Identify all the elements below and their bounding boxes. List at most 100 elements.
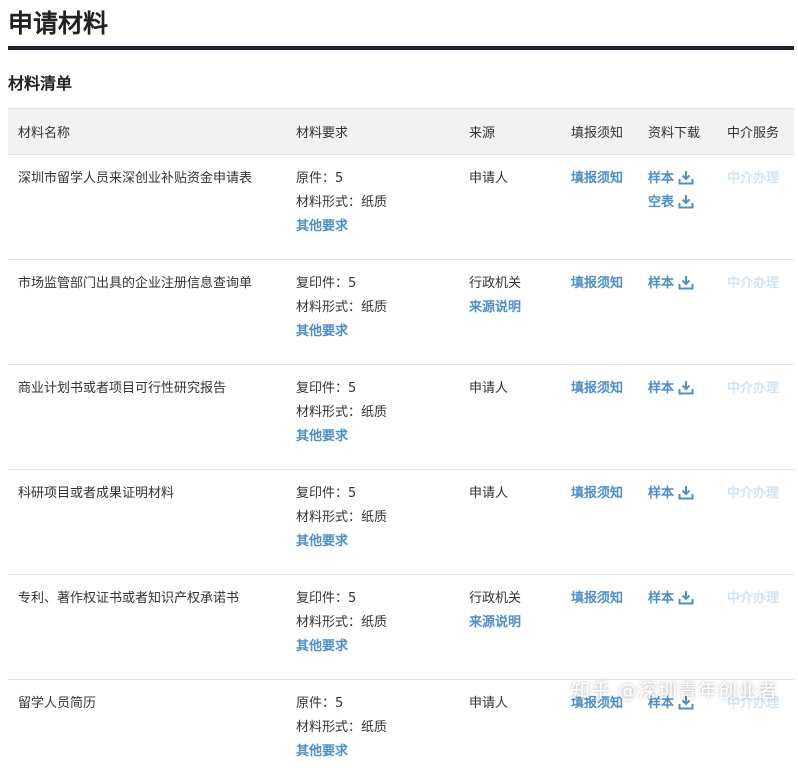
copies-requirement: 原件：5 [296,167,459,191]
download-label: 样本 [648,276,674,291]
other-requirements-link[interactable]: 其他要求 [296,425,459,449]
material-requirements: 复印件：5材料形式：纸质其他要求 [286,365,459,470]
form-requirement: 材料形式：纸质 [296,191,459,215]
table-row: 深圳市留学人员来深创业补贴资金申请表原件：5材料形式：纸质其他要求申请人填报须知… [8,155,794,260]
material-source: 申请人 [459,155,561,260]
material-requirements: 原件：5材料形式：纸质其他要求 [286,680,459,784]
agency-service-link[interactable]: 中介办理 [727,377,794,401]
agency-service-cell: 中介办理 [717,260,794,365]
form-requirement: 材料形式：纸质 [296,611,459,635]
download-label: 样本 [648,171,674,186]
download-icon [678,170,694,185]
source-text: 行政机关 [469,272,561,296]
source-text: 申请人 [469,692,561,716]
filling-notice-cell: 填报须知 [561,365,638,470]
source-text: 申请人 [469,482,561,506]
material-source: 申请人 [459,470,561,575]
material-source: 行政机关来源说明 [459,575,561,680]
filling-notice-link[interactable]: 填报须知 [571,377,638,401]
filling-notice-cell: 填报须知 [561,260,638,365]
header-source: 来源 [459,109,561,155]
download-link[interactable]: 样本 [648,167,717,191]
copies-requirement: 复印件：5 [296,272,459,296]
agency-service-cell: 中介办理 [717,575,794,680]
other-requirements-link[interactable]: 其他要求 [296,635,459,659]
material-name: 专利、著作权证书或者知识产权承诺书 [8,575,286,680]
form-requirement: 材料形式：纸质 [296,401,459,425]
agency-service-link[interactable]: 中介办理 [727,587,794,611]
source-text: 申请人 [469,377,561,401]
table-row: 科研项目或者成果证明材料复印件：5材料形式：纸质其他要求申请人填报须知样本 中介办… [8,470,794,575]
other-requirements-link[interactable]: 其他要求 [296,215,459,239]
section-title: 材料清单 [8,72,72,96]
download-icon [678,485,694,500]
download-icon [678,590,694,605]
material-source: 申请人 [459,365,561,470]
filling-notice-link[interactable]: 填报须知 [571,587,638,611]
table-row: 市场监管部门出具的企业注册信息查询单复印件：5材料形式：纸质其他要求行政机关来源… [8,260,794,365]
material-source: 申请人 [459,680,561,784]
download-icon [678,194,694,209]
header-agency-service: 中介服务 [717,109,794,155]
download-link[interactable]: 样本 [648,377,717,401]
filling-notice-link[interactable]: 填报须知 [571,482,638,506]
header-filling-notice: 填报须知 [561,109,638,155]
source-note-link[interactable]: 来源说明 [469,296,561,320]
other-requirements-link[interactable]: 其他要求 [296,320,459,344]
source-text: 行政机关 [469,587,561,611]
material-name: 科研项目或者成果证明材料 [8,470,286,575]
header-material-requirements: 材料要求 [286,109,459,155]
header-material-name: 材料名称 [8,109,286,155]
download-link[interactable]: 样本 [648,482,717,506]
copies-requirement: 复印件：5 [296,587,459,611]
table-header-row: 材料名称 材料要求 来源 填报须知 资料下载 中介服务 [8,109,794,155]
material-requirements: 原件：5材料形式：纸质其他要求 [286,155,459,260]
copies-requirement: 复印件：5 [296,482,459,506]
filling-notice-cell: 填报须知 [561,155,638,260]
material-source: 行政机关来源说明 [459,260,561,365]
download-label: 样本 [648,381,674,396]
other-requirements-link[interactable]: 其他要求 [296,530,459,554]
material-requirements: 复印件：5材料形式：纸质其他要求 [286,575,459,680]
copies-requirement: 复印件：5 [296,377,459,401]
material-name: 商业计划书或者项目可行性研究报告 [8,365,286,470]
filling-notice-link[interactable]: 填报须知 [571,167,638,191]
downloads-cell: 样本空表 [638,155,717,260]
material-requirements: 复印件：5材料形式：纸质其他要求 [286,470,459,575]
download-icon [678,380,694,395]
form-requirement: 材料形式：纸质 [296,716,459,740]
material-name: 深圳市留学人员来深创业补贴资金申请表 [8,155,286,260]
download-link[interactable]: 样本 [648,272,717,296]
filling-notice-link[interactable]: 填报须知 [571,272,638,296]
table-row: 专利、著作权证书或者知识产权承诺书复印件：5材料形式：纸质其他要求行政机关来源说… [8,575,794,680]
download-label: 样本 [648,591,674,606]
downloads-cell: 样本 [638,365,717,470]
material-requirements: 复印件：5材料形式：纸质其他要求 [286,260,459,365]
download-label: 空表 [648,195,674,210]
agency-service-link[interactable]: 中介办理 [727,482,794,506]
header-downloads: 资料下载 [638,109,717,155]
filling-notice-cell: 填报须知 [561,470,638,575]
downloads-cell: 样本 [638,575,717,680]
page-title: 申请材料 [8,6,108,42]
material-name: 留学人员简历 [8,680,286,784]
downloads-cell: 样本 [638,260,717,365]
source-text: 申请人 [469,167,561,191]
agency-service-link[interactable]: 中介办理 [727,167,794,191]
download-icon [678,275,694,290]
download-label: 样本 [648,486,674,501]
downloads-cell: 样本 [638,470,717,575]
agency-service-cell: 中介办理 [717,365,794,470]
agency-service-cell: 中介办理 [717,470,794,575]
form-requirement: 材料形式：纸质 [296,506,459,530]
other-requirements-link[interactable]: 其他要求 [296,740,459,764]
source-note-link[interactable]: 来源说明 [469,611,561,635]
filling-notice-cell: 填报须知 [561,575,638,680]
download-link[interactable]: 空表 [648,191,717,215]
download-link[interactable]: 样本 [648,587,717,611]
agency-service-link[interactable]: 中介办理 [727,272,794,296]
watermark: 知乎 @深圳青年创业者 [571,676,778,703]
form-requirement: 材料形式：纸质 [296,296,459,320]
title-divider [8,46,794,50]
material-name: 市场监管部门出具的企业注册信息查询单 [8,260,286,365]
